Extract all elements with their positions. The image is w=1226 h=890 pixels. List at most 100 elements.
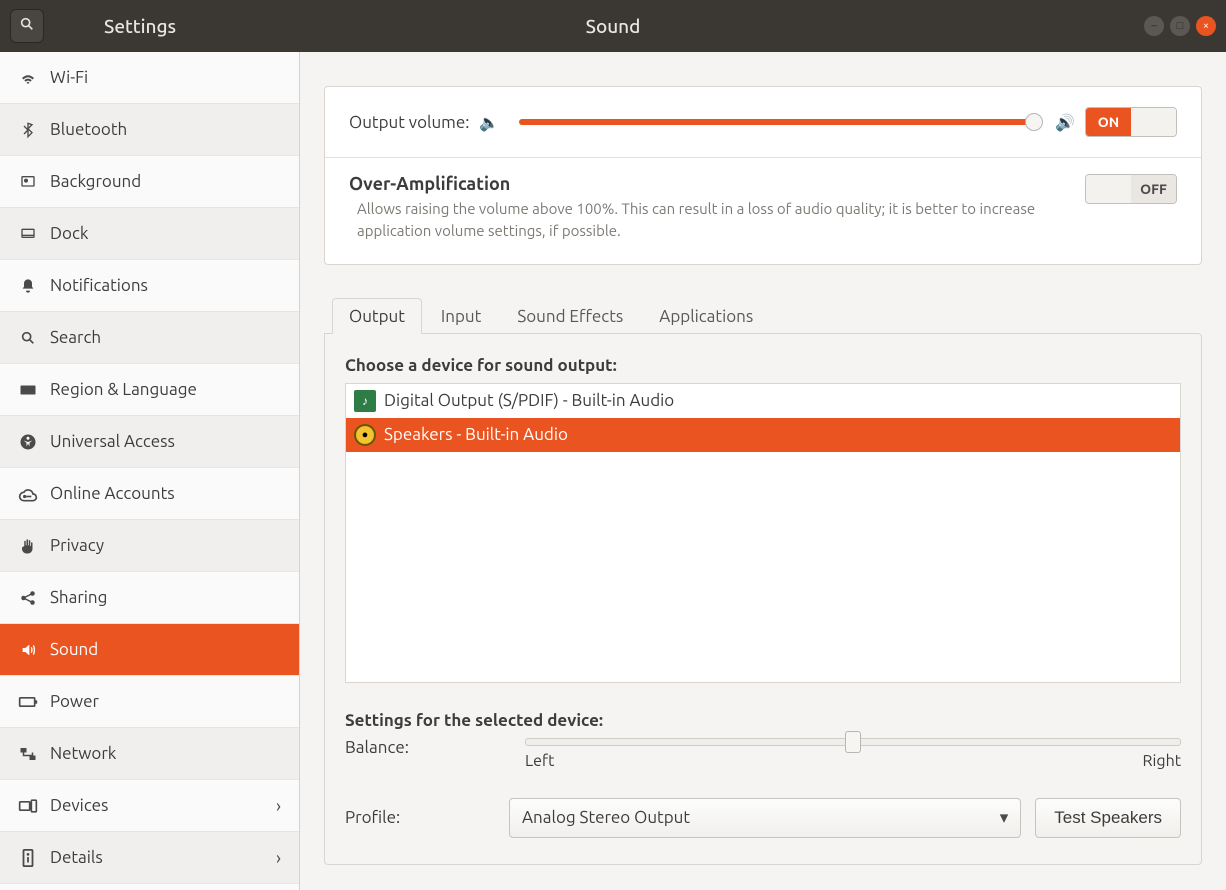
chevron-right-icon: › bbox=[276, 848, 281, 868]
sidebar-item-label: Wi-Fi bbox=[50, 68, 88, 87]
sidebar-item-accessibility[interactable]: Universal Access bbox=[0, 416, 299, 468]
balance-label: Balance: bbox=[345, 738, 495, 757]
search-icon bbox=[19, 16, 35, 36]
info-icon bbox=[14, 849, 42, 867]
toggle-knob bbox=[1086, 175, 1131, 203]
network-icon bbox=[14, 746, 42, 762]
sidebar-item-label: Devices bbox=[50, 796, 108, 815]
output-volume-row: Output volume: 🔈 🔊 ON bbox=[325, 87, 1201, 158]
tabs: Output Input Sound Effects Applications bbox=[324, 297, 1202, 333]
share-icon bbox=[14, 589, 42, 607]
sidebar-item-sharing[interactable]: Sharing bbox=[0, 572, 299, 624]
device-row-speakers[interactable]: ● Speakers - Built-in Audio bbox=[346, 418, 1180, 452]
sidebar-item-label: Region & Language bbox=[50, 380, 197, 399]
titlebar: Settings Sound – □ × bbox=[0, 0, 1226, 52]
sidebar-item-network[interactable]: Network bbox=[0, 728, 299, 780]
sidebar-item-bluetooth[interactable]: Bluetooth bbox=[0, 104, 299, 156]
background-icon bbox=[14, 174, 42, 190]
spdif-icon: ♪ bbox=[354, 390, 376, 412]
window-controls: – □ × bbox=[1144, 16, 1216, 36]
dock-icon bbox=[14, 226, 42, 242]
maximize-icon: □ bbox=[1177, 21, 1184, 32]
profile-label: Profile: bbox=[345, 808, 495, 827]
sidebar-item-label: Sharing bbox=[50, 588, 107, 607]
toggle-off-label: OFF bbox=[1131, 175, 1176, 203]
device-label: Speakers - Built-in Audio bbox=[384, 425, 568, 444]
sidebar-item-background[interactable]: Background bbox=[0, 156, 299, 208]
sidebar-item-notifications[interactable]: Notifications bbox=[0, 260, 299, 312]
sidebar-item-privacy[interactable]: Privacy bbox=[0, 520, 299, 572]
battery-icon bbox=[14, 696, 42, 708]
output-device-list[interactable]: ♪ Digital Output (S/PDIF) - Built-in Aud… bbox=[345, 383, 1181, 683]
sidebar-item-label: Online Accounts bbox=[50, 484, 175, 503]
chevron-right-icon: › bbox=[276, 796, 281, 816]
tab-panel-output: Choose a device for sound output: ♪ Digi… bbox=[324, 333, 1202, 865]
sidebar-item-dock[interactable]: Dock bbox=[0, 208, 299, 260]
cloud-key-icon bbox=[14, 486, 42, 502]
sidebar-item-region[interactable]: Region & Language bbox=[0, 364, 299, 416]
sidebar: Wi-Fi Bluetooth Background Dock Notifica… bbox=[0, 52, 300, 890]
sidebar-item-power[interactable]: Power bbox=[0, 676, 299, 728]
profile-select[interactable]: Analog Stereo Output ▾ bbox=[509, 798, 1021, 838]
over-amplification-desc: Allows raising the volume above 100%. Th… bbox=[349, 198, 1065, 242]
sidebar-item-label: Sound bbox=[50, 640, 98, 659]
sidebar-item-label: Background bbox=[50, 172, 141, 191]
sidebar-item-label: Search bbox=[50, 328, 101, 347]
slider-thumb[interactable] bbox=[845, 731, 861, 753]
output-volume-slider[interactable] bbox=[519, 119, 1035, 125]
sidebar-item-online-accounts[interactable]: Online Accounts bbox=[0, 468, 299, 520]
volume-low-icon: 🔈 bbox=[479, 113, 499, 132]
accessibility-icon bbox=[14, 433, 42, 451]
sidebar-item-label: Power bbox=[50, 692, 99, 711]
volume-card: Output volume: 🔈 🔊 ON Over-Amplification… bbox=[324, 86, 1202, 265]
tab-output[interactable]: Output bbox=[332, 298, 422, 334]
sidebar-item-sound[interactable]: Sound bbox=[0, 624, 299, 676]
output-volume-label: Output volume: bbox=[349, 113, 469, 132]
minimize-icon: – bbox=[1151, 21, 1156, 32]
sound-icon bbox=[14, 642, 42, 658]
toggle-knob bbox=[1131, 108, 1176, 136]
output-volume-toggle[interactable]: ON bbox=[1085, 107, 1177, 137]
tab-applications[interactable]: Applications bbox=[642, 298, 770, 334]
tab-input[interactable]: Input bbox=[424, 298, 498, 334]
balance-left-label: Left bbox=[525, 752, 554, 770]
devices-icon bbox=[14, 798, 42, 814]
content-area: Output volume: 🔈 🔊 ON Over-Amplification… bbox=[300, 52, 1226, 890]
sidebar-item-search[interactable]: Search bbox=[0, 312, 299, 364]
hand-icon bbox=[14, 537, 42, 555]
bell-icon bbox=[14, 277, 42, 295]
device-label: Digital Output (S/PDIF) - Built-in Audio bbox=[384, 391, 674, 410]
flag-icon bbox=[14, 383, 42, 397]
sidebar-item-label: Privacy bbox=[50, 536, 104, 555]
toggle-on-label: ON bbox=[1086, 108, 1131, 136]
search-icon bbox=[14, 330, 42, 346]
test-speakers-button[interactable]: Test Speakers bbox=[1035, 798, 1181, 838]
device-settings-label: Settings for the selected device: bbox=[345, 711, 1181, 730]
page-title: Sound bbox=[586, 15, 641, 37]
search-button[interactable] bbox=[10, 9, 44, 43]
choose-device-label: Choose a device for sound output: bbox=[345, 356, 1181, 375]
profile-value: Analog Stereo Output bbox=[522, 808, 690, 827]
volume-high-icon: 🔊 bbox=[1055, 113, 1075, 132]
over-amplification-row: Over-Amplification Allows raising the vo… bbox=[325, 158, 1201, 264]
over-amplification-title: Over-Amplification bbox=[349, 174, 1065, 194]
sidebar-item-wifi[interactable]: Wi-Fi bbox=[0, 52, 299, 104]
chevron-down-icon: ▾ bbox=[1000, 808, 1009, 828]
device-row-digital[interactable]: ♪ Digital Output (S/PDIF) - Built-in Aud… bbox=[346, 384, 1180, 418]
balance-slider[interactable]: Left Right bbox=[525, 738, 1181, 770]
minimize-button[interactable]: – bbox=[1144, 16, 1164, 36]
sidebar-item-label: Bluetooth bbox=[50, 120, 127, 139]
sidebar-item-devices[interactable]: Devices › bbox=[0, 780, 299, 832]
maximize-button[interactable]: □ bbox=[1170, 16, 1190, 36]
wifi-icon bbox=[14, 69, 42, 87]
sidebar-item-details[interactable]: Details › bbox=[0, 832, 299, 884]
sidebar-item-label: Details bbox=[50, 848, 103, 867]
slider-thumb[interactable] bbox=[1025, 113, 1043, 131]
speaker-icon: ● bbox=[354, 424, 376, 446]
sidebar-item-label: Universal Access bbox=[50, 432, 175, 451]
close-icon: × bbox=[1203, 21, 1209, 32]
close-button[interactable]: × bbox=[1196, 16, 1216, 36]
tab-sound-effects[interactable]: Sound Effects bbox=[500, 298, 640, 334]
over-amplification-toggle[interactable]: OFF bbox=[1085, 174, 1177, 204]
bluetooth-icon bbox=[14, 121, 42, 139]
